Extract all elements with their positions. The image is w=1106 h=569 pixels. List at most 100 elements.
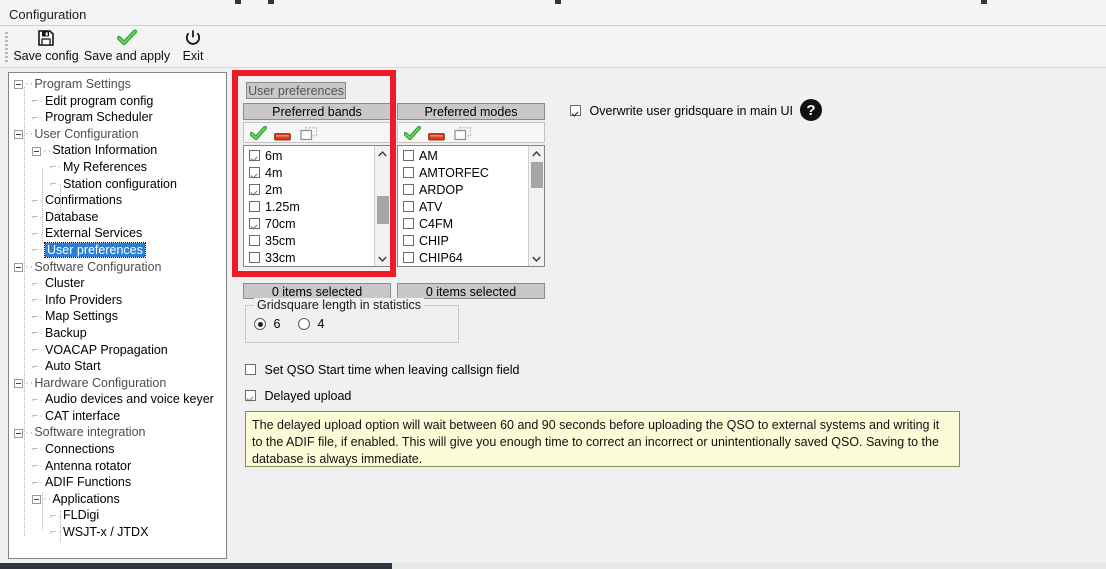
save-config-button[interactable]: Save config — [12, 28, 80, 66]
modes-selected-count[interactable]: 0 items selected — [397, 283, 545, 299]
modes-copy-icon[interactable] — [454, 127, 472, 144]
tree-expander-icon[interactable] — [32, 146, 41, 156]
mode-item[interactable]: ARDOP — [398, 182, 527, 199]
green-check-icon — [82, 28, 172, 48]
mode-item-checkbox[interactable] — [403, 218, 414, 229]
gridsquare-option-4[interactable]: 4 — [298, 317, 324, 331]
mode-item[interactable]: AMTORFEC — [398, 165, 527, 182]
bands-scroll-down-icon[interactable] — [375, 251, 390, 266]
bands-scroll-thumb[interactable] — [377, 196, 389, 224]
exit-button[interactable]: Exit — [172, 28, 214, 66]
bands-selected-count[interactable]: 0 items selected — [243, 283, 391, 299]
mode-item-checkbox[interactable] — [403, 201, 414, 212]
band-item[interactable]: 35cm — [244, 233, 373, 250]
modes-deselect-all-icon[interactable] — [428, 130, 445, 144]
mode-item-checkbox[interactable] — [403, 235, 414, 246]
configuration-window: Configuration Save config Save and apply… — [0, 0, 1106, 569]
tree-expander-icon[interactable] — [32, 495, 41, 505]
tree-item-info-providers[interactable]: ⌐··Info Providers — [9, 292, 226, 309]
tree-item-connections[interactable]: ⌐··Connections — [9, 441, 226, 458]
mode-item-checkbox[interactable] — [403, 167, 414, 178]
mode-item-checkbox[interactable] — [403, 150, 414, 161]
mode-item-label: CHIP64 — [419, 251, 463, 265]
tree-item-backup[interactable]: ⌐··Backup — [9, 325, 226, 342]
mode-item-label: ATV — [419, 200, 443, 214]
tree-item-cluster[interactable]: ⌐··Cluster — [9, 275, 226, 292]
band-item[interactable]: 6m — [244, 148, 373, 165]
mode-item[interactable]: CHIP — [398, 233, 527, 250]
mode-item-checkbox[interactable] — [403, 252, 414, 263]
band-item[interactable]: 33cm — [244, 250, 373, 266]
mode-item[interactable]: AM — [398, 148, 527, 165]
tree-item-user-preferences[interactable]: ⌐··User preferences — [9, 241, 226, 259]
band-item-checkbox[interactable] — [249, 201, 260, 212]
tree-expander-icon[interactable] — [14, 428, 23, 438]
navigation-tree[interactable]: ··Program Settings⌐··Edit program config… — [8, 72, 227, 559]
modes-scroll-thumb[interactable] — [531, 162, 543, 188]
toolbar-grip[interactable] — [5, 32, 8, 62]
tree-connector: ⌐·· — [32, 213, 45, 222]
tree-item-software-configuration[interactable]: ··Software Configuration — [9, 259, 226, 276]
tree-expander-icon[interactable] — [14, 129, 23, 139]
band-item-label: 33cm — [265, 251, 296, 265]
tree-expander-icon[interactable] — [14, 80, 23, 90]
band-item-checkbox[interactable] — [249, 167, 260, 178]
tree-item-user-configuration[interactable]: ··User Configuration — [9, 126, 226, 143]
modes-scroll-up-icon[interactable] — [529, 146, 544, 161]
tree-expander-icon[interactable] — [14, 378, 23, 388]
set-qso-start-time-checkbox-box — [245, 364, 256, 375]
tree-item-hardware-configuration[interactable]: ··Hardware Configuration — [9, 375, 226, 392]
bands-copy-icon[interactable] — [300, 127, 318, 144]
bands-deselect-all-icon[interactable] — [274, 130, 291, 144]
help-icon[interactable]: ? — [800, 99, 822, 121]
bands-scroll-up-icon[interactable] — [375, 146, 390, 161]
tree-item-antenna-rotator[interactable]: ⌐··Antenna rotator — [9, 458, 226, 475]
tree-item-software-integration[interactable]: ··Software integration — [9, 424, 226, 441]
band-item[interactable]: 4m — [244, 165, 373, 182]
tree-item-program-scheduler[interactable]: ⌐··Program Scheduler — [9, 109, 226, 126]
window-horizontal-scrollbar[interactable] — [0, 563, 1106, 569]
mode-item-checkbox[interactable] — [403, 184, 414, 195]
preferred-modes-header[interactable]: Preferred modes — [397, 103, 545, 120]
gridsquare-option-4-label: 4 — [317, 317, 325, 331]
save-and-apply-button[interactable]: Save and apply — [82, 28, 172, 66]
preferred-modes-list[interactable]: AM AMTORFEC ARDOP ATV C4FM CHIP CHIP64 — [397, 145, 545, 267]
band-item-checkbox[interactable] — [249, 150, 260, 161]
mode-item[interactable]: ATV — [398, 199, 527, 216]
gridsquare-option-6[interactable]: 6 — [254, 317, 280, 331]
page-tab-user-preferences[interactable]: User preferences — [246, 82, 346, 99]
set-qso-start-time-checkbox[interactable]: Set QSO Start time when leaving callsign… — [245, 363, 519, 377]
band-item-checkbox[interactable] — [249, 184, 260, 195]
preferred-bands-header[interactable]: Preferred bands — [243, 103, 391, 120]
tree-item-program-settings[interactable]: ··Program Settings — [9, 76, 226, 93]
tree-item-cat-interface[interactable]: ⌐··CAT interface — [9, 408, 226, 425]
band-item-checkbox[interactable] — [249, 235, 260, 246]
delayed-upload-checkbox[interactable]: Delayed upload — [245, 389, 351, 403]
modes-scrollbar[interactable] — [528, 146, 544, 266]
band-item-checkbox[interactable] — [249, 218, 260, 229]
bands-select-all-icon[interactable] — [249, 125, 267, 144]
tree-item-label: ADIF Functions — [45, 475, 132, 490]
modes-selected-count-label: 0 items selected — [425, 285, 517, 299]
tree-expander-icon[interactable] — [14, 262, 23, 272]
window-horizontal-scroll-thumb[interactable] — [0, 563, 392, 569]
tree-item-audio-devices-and-voice-keyer[interactable]: ⌐··Audio devices and voice keyer — [9, 391, 226, 408]
tree-item-auto-start[interactable]: ⌐··Auto Start — [9, 358, 226, 375]
tree-item-voacap-propagation[interactable]: ⌐··VOACAP Propagation — [9, 342, 226, 359]
tree-item-station-information[interactable]: ··Station Information — [9, 142, 226, 159]
tree-item-adif-functions[interactable]: ⌐··ADIF Functions — [9, 474, 226, 491]
modes-scroll-down-icon[interactable] — [529, 251, 544, 266]
tree-item-map-settings[interactable]: ⌐··Map Settings — [9, 308, 226, 325]
tree-item-edit-program-config[interactable]: ⌐··Edit program config — [9, 93, 226, 110]
modes-select-all-icon[interactable] — [403, 125, 421, 144]
bands-scrollbar[interactable] — [374, 146, 390, 266]
tree-guide-line — [24, 87, 25, 537]
overwrite-gridsquare-checkbox[interactable]: Overwrite user gridsquare in main UI — [570, 104, 793, 118]
band-item-checkbox[interactable] — [249, 252, 260, 263]
band-item[interactable]: 2m — [244, 182, 373, 199]
preferred-bands-list[interactable]: 6m 4m 2m 1.25m 70cm 35cm 33cm — [243, 145, 391, 267]
mode-item[interactable]: CHIP64 — [398, 250, 527, 266]
mode-item[interactable]: C4FM — [398, 216, 527, 233]
band-item[interactable]: 1.25m — [244, 199, 373, 216]
band-item[interactable]: 70cm — [244, 216, 373, 233]
